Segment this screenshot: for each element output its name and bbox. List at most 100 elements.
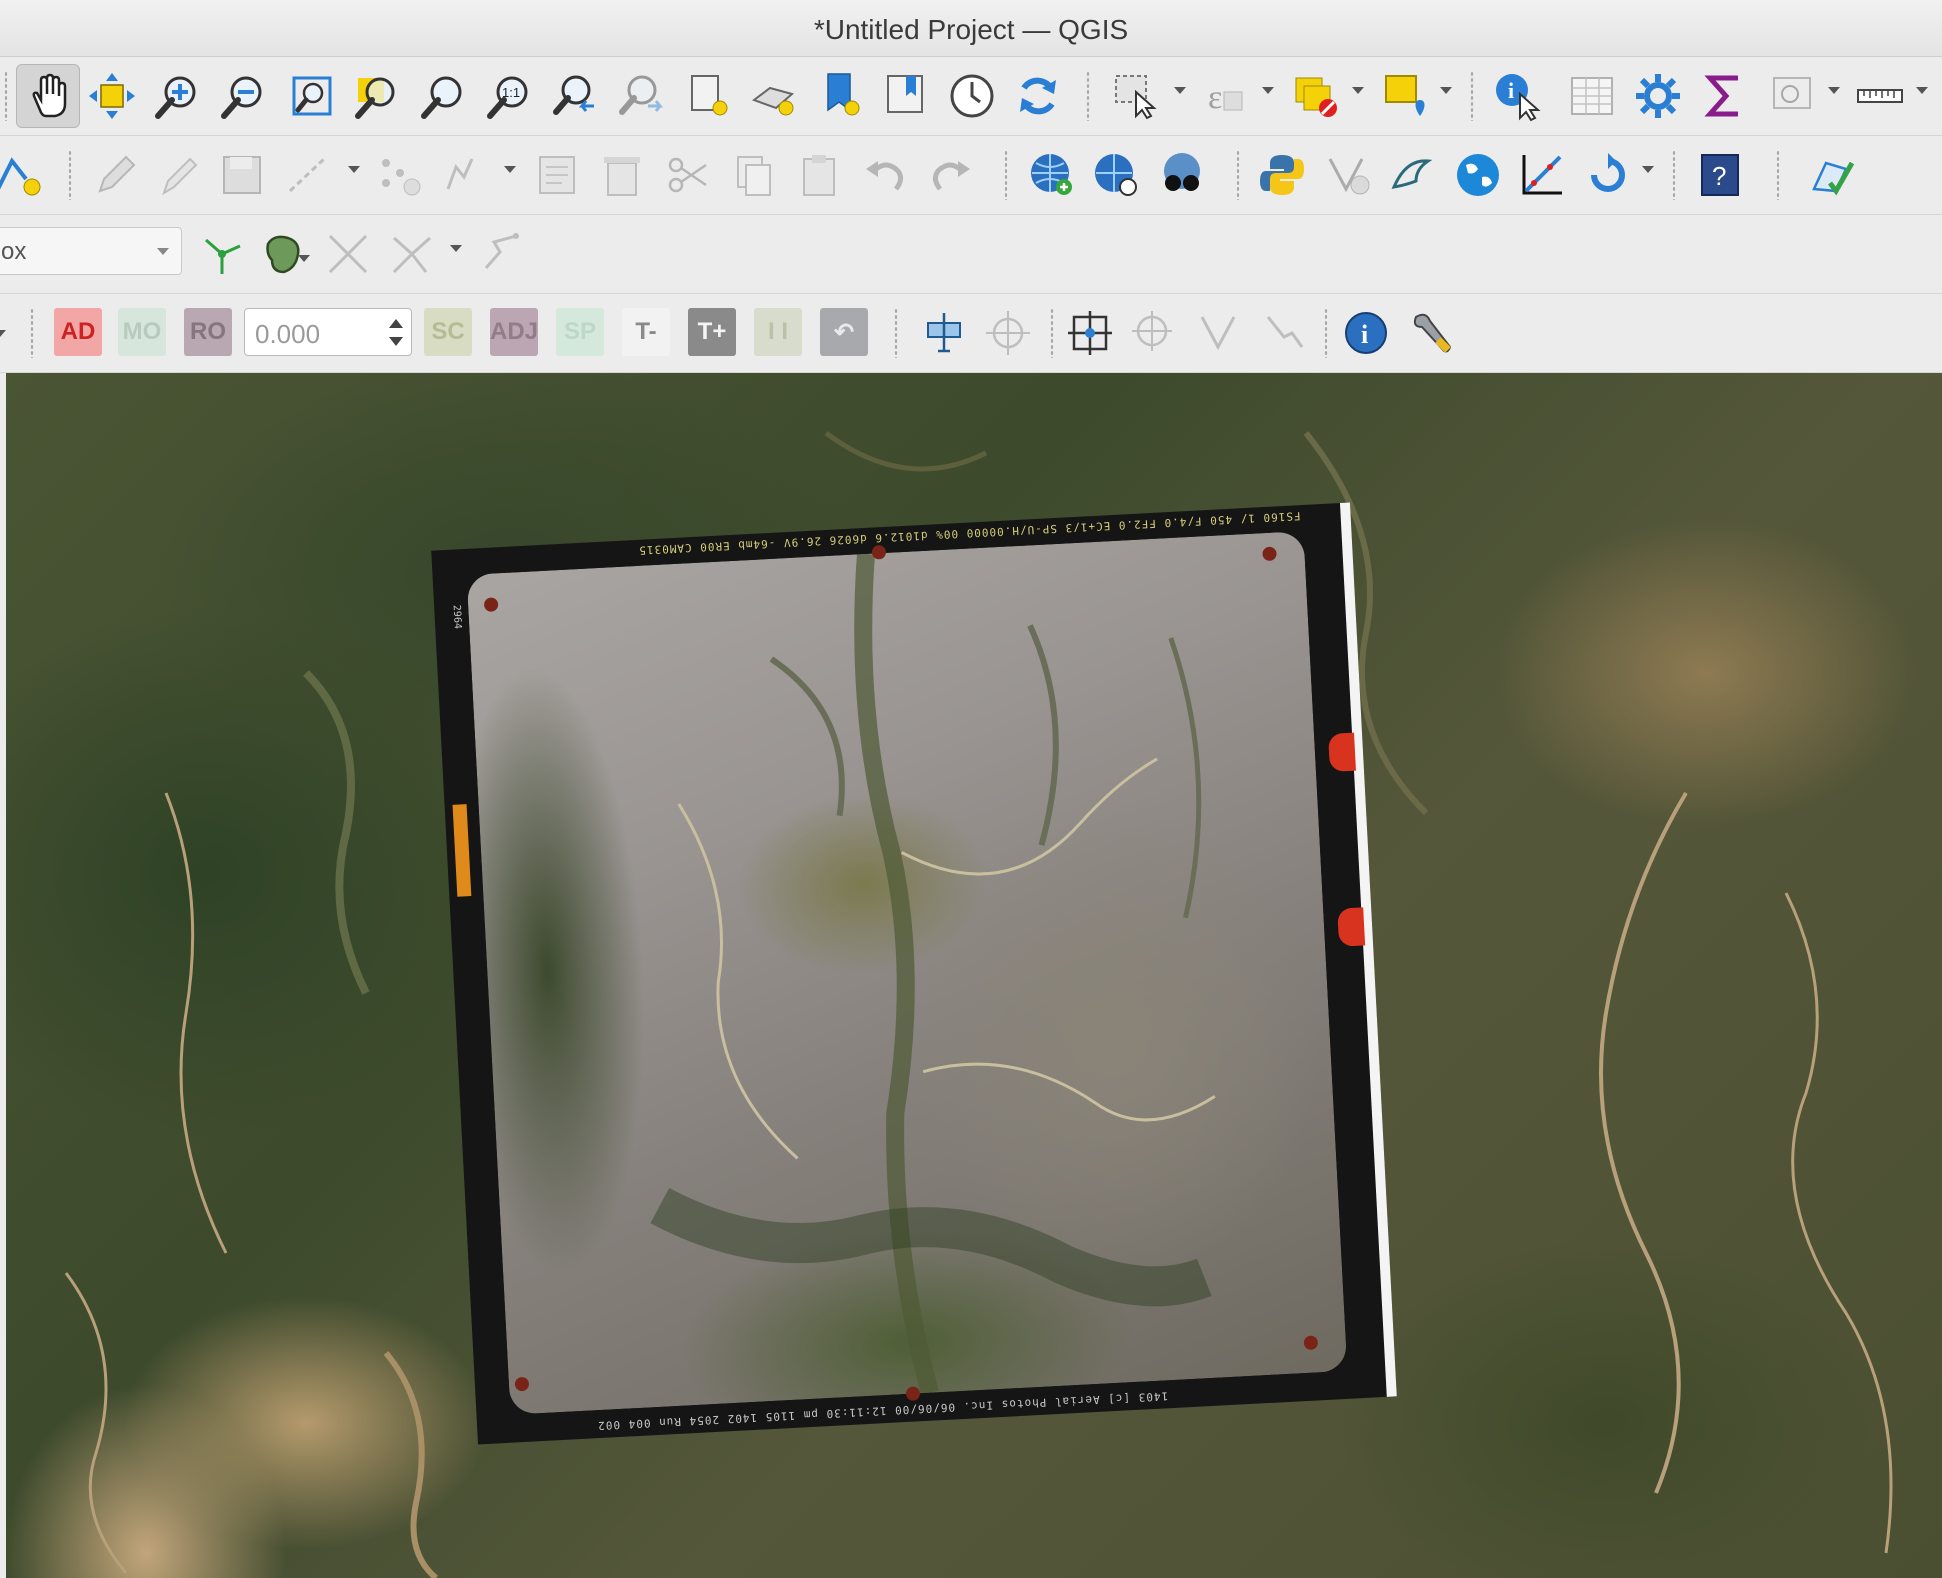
select-dropdown-icon[interactable] [1174, 87, 1186, 94]
area-dropdown-icon[interactable] [298, 255, 310, 262]
add-point-icon[interactable] [1058, 301, 1122, 365]
zoom-to-selection-icon[interactable] [346, 64, 410, 128]
refresh-icon[interactable] [1006, 64, 1070, 128]
save-layer-edits-icon[interactable] [210, 143, 274, 207]
python-console-icon[interactable] [1250, 143, 1314, 207]
select-by-value-dropdown-icon[interactable] [1262, 87, 1274, 94]
quickmapservices-icon[interactable] [1150, 143, 1214, 207]
toolbar-handle[interactable] [30, 308, 34, 358]
metasearch-icon[interactable] [1084, 143, 1148, 207]
zoom-in-icon[interactable] [146, 64, 210, 128]
paste-features-icon[interactable] [788, 143, 852, 207]
map-canvas[interactable]: FS160 1/ 450 F/4.0 FF2.0 EC+1/3 SP-U/H.0… [6, 373, 1942, 1578]
zoom-full-icon[interactable] [280, 64, 344, 128]
show-spatial-bookmarks-icon[interactable] [874, 64, 938, 128]
snapping-area-icon[interactable] [254, 222, 318, 286]
zoom-next-icon[interactable] [610, 64, 674, 128]
edit-attributes-icon[interactable] [526, 143, 590, 207]
label-value-stepper[interactable]: 0.000 [244, 308, 412, 356]
pencil-icon[interactable] [146, 143, 210, 207]
label-sc-button[interactable]: SC [424, 308, 472, 356]
temporal-controller-icon[interactable] [940, 64, 1004, 128]
add-vertex-icon[interactable] [1122, 301, 1186, 365]
label-pause-button[interactable]: I I [754, 308, 802, 356]
toolbar-handle[interactable] [1004, 150, 1008, 200]
deselect-features-icon[interactable] [1284, 64, 1348, 128]
statistical-summary-icon[interactable] [1692, 64, 1756, 128]
label-ro-button[interactable]: RO [184, 308, 232, 356]
new-map-view-icon[interactable] [676, 64, 740, 128]
select-by-value-icon[interactable]: ε [1194, 64, 1258, 128]
rotate-label-icon[interactable] [912, 301, 976, 365]
deselect-dropdown-icon[interactable] [1352, 87, 1364, 94]
toolbar-handle[interactable] [1776, 150, 1780, 200]
info-icon[interactable]: i [1334, 301, 1398, 365]
label-ad-button[interactable]: AD [54, 308, 102, 356]
zoom-native-resolution-icon[interactable]: 1:1 [478, 64, 542, 128]
add-annotation-icon[interactable] [1374, 64, 1438, 128]
identify-features-icon[interactable]: i [1486, 64, 1550, 128]
zoom-to-layer-icon[interactable] [412, 64, 476, 128]
label-undo-button[interactable]: ↶ [820, 308, 868, 356]
toolbar-handle[interactable] [1086, 71, 1090, 121]
tracing-icon[interactable] [470, 222, 534, 286]
pan-map-icon[interactable] [16, 64, 80, 128]
snapping-intersection-icon[interactable] [316, 222, 380, 286]
georeferenced-aerial-photo[interactable]: FS160 1/ 450 F/4.0 FF2.0 EC+1/3 SP-U/H.0… [431, 502, 1397, 1445]
open-attribute-table-icon[interactable] [1560, 64, 1624, 128]
plugin-bird-icon[interactable] [1380, 143, 1444, 207]
vertex-tool-icon[interactable] [368, 143, 432, 207]
digitizing-dropdown-icon[interactable] [504, 166, 516, 173]
toggle-editing-icon[interactable] [84, 143, 148, 207]
label-adj-button[interactable]: ADJ [490, 308, 538, 356]
stepper-up-icon[interactable] [389, 319, 403, 328]
toolbar-handle[interactable] [4, 71, 8, 121]
toolbar-handle[interactable] [1236, 150, 1240, 200]
new-spatial-bookmark-icon[interactable] [808, 64, 872, 128]
toolbar-handle[interactable] [1470, 71, 1474, 121]
measure-dropdown-icon[interactable] [1916, 87, 1928, 94]
globe-icon[interactable] [1446, 143, 1510, 207]
add-feature-dropdown-icon[interactable] [348, 166, 360, 173]
reload-icon[interactable] [1576, 143, 1640, 207]
digitizing-current-layer-icon[interactable] [0, 143, 50, 207]
add-line-feature-icon[interactable] [276, 143, 340, 207]
topology-checker-icon[interactable] [1800, 143, 1864, 207]
modify-attributes-icon[interactable] [432, 143, 496, 207]
snapping-vertex-icon[interactable] [190, 222, 254, 286]
toolbar-handle[interactable] [1324, 308, 1328, 358]
toolbar-handle[interactable] [1672, 150, 1676, 200]
cut-features-icon[interactable] [656, 143, 720, 207]
snapping-self-dropdown-icon[interactable] [450, 245, 462, 252]
toolbar-handle[interactable] [894, 308, 898, 358]
add-wms-layer-icon[interactable] [1020, 143, 1084, 207]
move-point-icon[interactable] [976, 301, 1040, 365]
select-features-icon[interactable] [1104, 64, 1168, 128]
help-icon[interactable]: ? [1688, 143, 1752, 207]
label-tplus-button[interactable]: T+ [688, 308, 736, 356]
processing-tool-icon[interactable] [1316, 143, 1380, 207]
snapping-self-icon[interactable] [380, 222, 444, 286]
pan-to-selection-icon[interactable] [80, 64, 144, 128]
georeferencer-icon[interactable] [1510, 143, 1574, 207]
settings-wrench-icon[interactable] [1400, 301, 1464, 365]
move-vertex-icon[interactable] [1188, 301, 1252, 365]
zoom-out-icon[interactable] [212, 64, 276, 128]
reload-dropdown-icon[interactable] [1642, 166, 1654, 173]
delete-vertex-icon[interactable] [1252, 301, 1316, 365]
redo-icon[interactable] [918, 143, 982, 207]
annotation-dropdown-icon[interactable] [1440, 87, 1452, 94]
toolbar-handle[interactable] [68, 150, 72, 200]
copy-features-icon[interactable] [722, 143, 786, 207]
label-sp-button[interactable]: SP [556, 308, 604, 356]
show-map-tips-icon[interactable] [1760, 64, 1824, 128]
new-3d-map-view-icon[interactable] [742, 64, 806, 128]
undo-icon[interactable] [854, 143, 918, 207]
delete-selected-icon[interactable] [590, 143, 654, 207]
measure-line-icon[interactable] [1848, 64, 1912, 128]
toolbar-handle[interactable] [1050, 308, 1054, 358]
toolbar-dropdown-icon[interactable] [0, 330, 6, 337]
map-tips-dropdown-icon[interactable] [1828, 87, 1840, 94]
stepper-down-icon[interactable] [389, 337, 403, 346]
toolbox-icon[interactable] [1626, 64, 1690, 128]
